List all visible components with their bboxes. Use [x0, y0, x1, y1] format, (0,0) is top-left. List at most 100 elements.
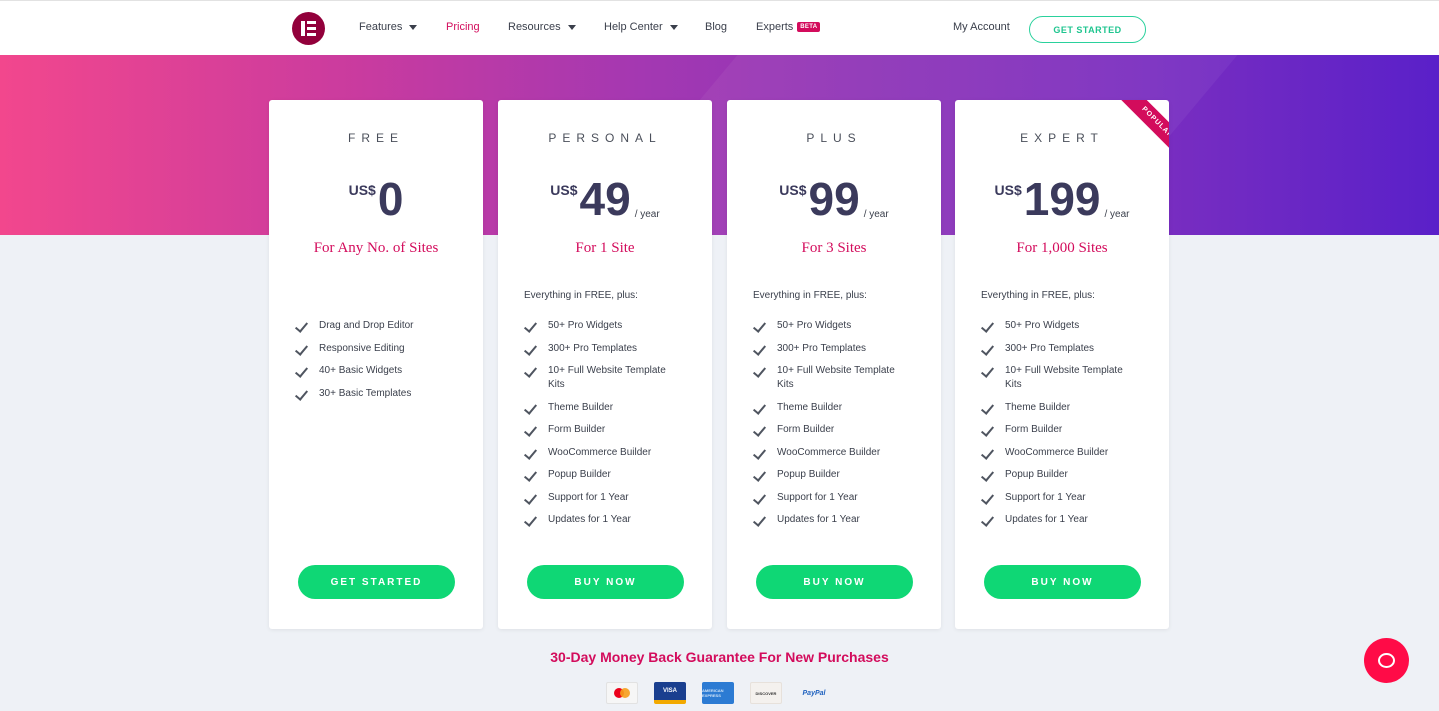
plan-card-expert: POPULAR EXPERT US$ 199 / year For 1,000 … — [955, 100, 1169, 629]
plan-intro: Everything in FREE, plus: — [524, 290, 638, 301]
money-back-guarantee: 30-Day Money Back Guarantee For New Purc… — [550, 649, 889, 665]
check-icon — [753, 513, 769, 527]
hero-gradient-band — [0, 55, 1439, 235]
feature-label: Support for 1 Year — [777, 491, 858, 503]
check-icon — [981, 319, 997, 333]
top-navigation-bar: Features Pricing Resources Help Center B… — [0, 0, 1439, 55]
feature-label: Support for 1 Year — [548, 491, 629, 503]
check-icon — [295, 319, 311, 333]
check-icon — [295, 342, 311, 356]
feature-list: Drag and Drop Editor Responsive Editing … — [295, 319, 414, 409]
check-icon — [524, 364, 540, 378]
feature-item: 50+ Pro Widgets — [981, 319, 1125, 333]
feature-item: Support for 1 Year — [524, 491, 668, 505]
feature-label: Form Builder — [777, 424, 835, 435]
nav-item-label: Help Center — [604, 21, 663, 33]
plan-intro: Everything in FREE, plus: — [753, 290, 867, 301]
payment-methods: VISA AMERICAN EXPRESS DISCOVER PayPal — [606, 682, 846, 704]
feature-item: Responsive Editing — [295, 342, 414, 356]
feature-item: Form Builder — [981, 423, 1125, 437]
feature-label: Updates for 1 Year — [777, 514, 860, 525]
plan-sites: For 1,000 Sites — [1016, 240, 1108, 256]
check-icon — [524, 513, 540, 527]
feature-label: WooCommerce Builder — [777, 446, 881, 458]
check-icon — [524, 342, 540, 356]
visa-icon: VISA — [654, 682, 686, 704]
nav-item-label: Resources — [508, 21, 561, 33]
nav-item-features[interactable]: Features — [359, 21, 418, 33]
check-icon — [981, 446, 997, 460]
check-icon — [753, 342, 769, 356]
feature-item: Popup Builder — [981, 468, 1125, 482]
check-icon — [295, 387, 311, 401]
check-icon — [753, 446, 769, 460]
plan-intro: Everything in FREE, plus: — [981, 290, 1095, 301]
paypal-icon: PayPal — [802, 689, 826, 697]
feature-label: 50+ Pro Widgets — [1005, 320, 1080, 331]
check-icon — [981, 513, 997, 527]
check-icon — [753, 401, 769, 415]
feature-label: Updates for 1 Year — [548, 514, 631, 525]
mastercard-icon — [606, 682, 638, 704]
check-icon — [524, 319, 540, 333]
price-period: / year — [863, 209, 889, 220]
buy-now-button[interactable]: BUY NOW — [527, 565, 684, 599]
price-currency: US$ — [994, 182, 1022, 198]
plan-sites: For 3 Sites — [801, 240, 867, 256]
plan-sites: For 1 Site — [575, 240, 635, 256]
check-icon — [753, 423, 769, 437]
check-icon — [981, 342, 997, 356]
feature-label: Theme Builder — [1005, 401, 1071, 413]
nav-item-resources[interactable]: Resources — [508, 21, 576, 33]
nav-item-label: Blog — [705, 21, 728, 33]
nav-item-pricing[interactable]: Pricing — [446, 21, 480, 33]
feature-item: 40+ Basic Widgets — [295, 364, 414, 378]
feature-list: 50+ Pro Widgets 300+ Pro Templates 10+ F… — [524, 319, 668, 536]
my-account-link[interactable]: My Account — [953, 21, 1010, 33]
feature-label: WooCommerce Builder — [548, 446, 652, 458]
feature-item: WooCommerce Builder — [524, 446, 668, 460]
nav-item-experts[interactable]: Experts BETA — [756, 21, 821, 33]
price-amount: 0 — [377, 173, 404, 225]
check-icon — [981, 364, 997, 378]
check-icon — [981, 423, 997, 437]
buy-now-button[interactable]: BUY NOW — [984, 565, 1141, 599]
feature-item: Support for 1 Year — [753, 491, 897, 505]
chevron-down-icon — [409, 24, 418, 30]
feature-label: Form Builder — [1005, 424, 1063, 435]
feature-label: 30+ Basic Templates — [319, 387, 412, 399]
price-currency: US$ — [779, 182, 807, 198]
chevron-down-icon — [567, 24, 576, 30]
feature-label: 50+ Pro Widgets — [777, 320, 852, 331]
price-currency: US$ — [348, 182, 376, 198]
feature-item: Updates for 1 Year — [981, 513, 1125, 527]
feature-item: WooCommerce Builder — [981, 446, 1125, 460]
header-get-started-button[interactable]: GET STARTED — [1029, 16, 1146, 43]
check-icon — [981, 468, 997, 482]
chevron-down-icon — [669, 24, 678, 30]
feature-item: 30+ Basic Templates — [295, 387, 414, 401]
feature-label: Updates for 1 Year — [1005, 514, 1088, 525]
buy-now-button[interactable]: BUY NOW — [756, 565, 913, 599]
feature-label: 50+ Pro Widgets — [548, 320, 623, 331]
beta-badge: BETA — [797, 22, 821, 32]
chat-launcher-button[interactable] — [1364, 638, 1409, 683]
plan-name: FREE — [347, 131, 404, 145]
feature-item: 300+ Pro Templates — [524, 342, 668, 356]
nav-item-blog[interactable]: Blog — [705, 21, 727, 33]
feature-list: 50+ Pro Widgets 300+ Pro Templates 10+ F… — [753, 319, 897, 536]
feature-label: Form Builder — [548, 424, 606, 435]
elementor-logo-icon[interactable] — [292, 12, 325, 45]
plan-name: PLUS — [806, 131, 862, 145]
nav-item-help-center[interactable]: Help Center — [604, 21, 678, 33]
feature-label: Responsive Editing — [319, 342, 405, 354]
feature-list: 50+ Pro Widgets 300+ Pro Templates 10+ F… — [981, 319, 1125, 536]
nav-item-label: Features — [359, 21, 403, 33]
plan-sites: For Any No. of Sites — [313, 240, 439, 256]
check-icon — [753, 364, 769, 378]
get-started-button[interactable]: GET STARTED — [298, 565, 455, 599]
check-icon — [524, 446, 540, 460]
feature-item: 10+ Full Website Template Kits — [524, 364, 668, 392]
plan-card-plus: PLUS US$ 99 / year For 3 Sites Everythin… — [727, 100, 941, 629]
check-icon — [524, 468, 540, 482]
